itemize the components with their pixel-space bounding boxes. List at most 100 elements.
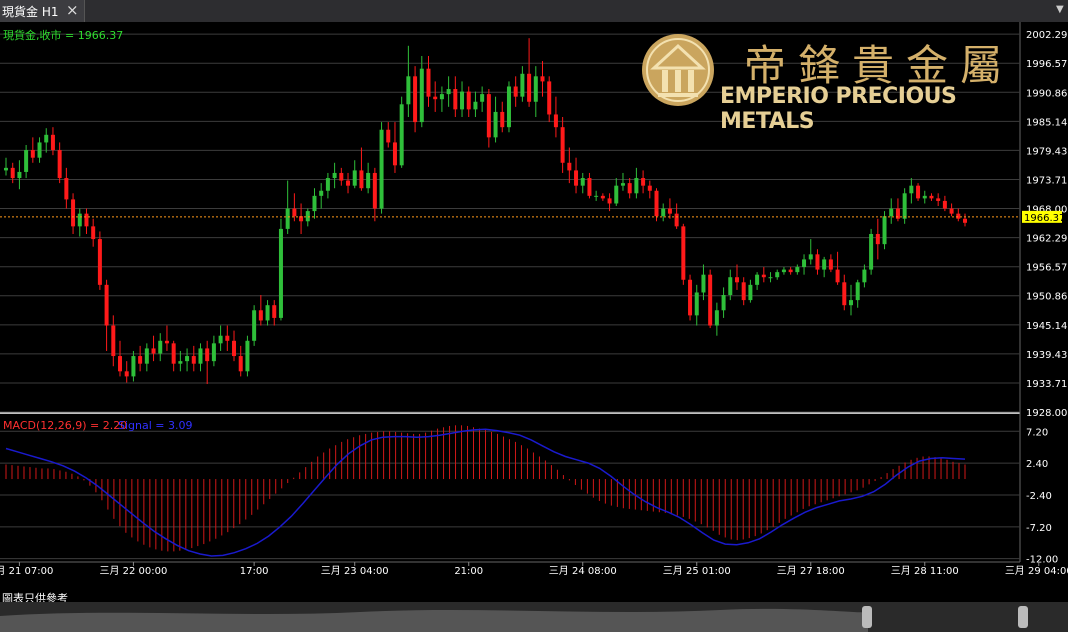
candle-body: [164, 340, 169, 344]
candle-body: [366, 172, 371, 189]
close-icon[interactable]: ×: [66, 1, 79, 19]
chart-scrollbar[interactable]: [0, 602, 1068, 632]
candle-body: [466, 91, 471, 110]
scrollbar-right-handle[interactable]: [1018, 606, 1028, 628]
candle-body: [681, 226, 686, 280]
candle-body: [795, 267, 800, 273]
candle-body: [527, 73, 532, 102]
candle-body: [419, 68, 424, 123]
candle-body: [889, 208, 894, 217]
candle-body: [158, 340, 163, 354]
candle-body: [426, 68, 431, 97]
candle-body: [252, 310, 257, 341]
candle-body: [278, 228, 283, 318]
candle-body: [171, 343, 176, 364]
candle-body: [10, 167, 15, 179]
x-tick-label: 三月 23 04:00: [321, 565, 389, 577]
candle-body: [929, 195, 934, 199]
candle-body: [607, 198, 612, 204]
candle-body: [30, 150, 35, 158]
tab-label: 現貨金 H1: [2, 5, 59, 19]
candle-body: [533, 76, 538, 102]
macd-y-tick-label: 7.20: [1026, 427, 1048, 438]
y-tick-label: 1933.71: [1026, 379, 1067, 390]
candle-body: [265, 305, 270, 321]
tab-spot-gold-h1[interactable]: 現貨金 H1 ×: [0, 0, 85, 22]
candle-body: [869, 233, 874, 270]
candle-body: [346, 180, 351, 186]
candle-body: [446, 89, 451, 95]
y-tick-label: 1939.43: [1026, 350, 1067, 361]
candle-body: [688, 279, 693, 316]
candle-body: [272, 305, 277, 318]
candle-body: [245, 340, 250, 372]
candle-body: [111, 325, 116, 357]
candle-body: [211, 343, 216, 362]
candle-body: [232, 340, 237, 357]
candle-body: [848, 300, 853, 306]
candle-body: [694, 292, 699, 316]
candle-body: [567, 162, 572, 171]
candle-body: [118, 356, 123, 372]
candle-body: [822, 259, 827, 270]
candle-body: [57, 150, 62, 179]
candle-body: [24, 150, 29, 172]
candle-body: [855, 282, 860, 301]
candle-body: [781, 269, 786, 273]
candle-body: [882, 216, 887, 245]
candle-body: [701, 274, 706, 293]
candle-body: [258, 310, 263, 321]
candle-body: [614, 185, 619, 204]
candle-body: [352, 170, 357, 186]
candle-body: [600, 195, 605, 199]
candle-body: [553, 114, 558, 128]
candle-body: [902, 193, 907, 219]
current-price-label: 1966.37: [1024, 213, 1065, 224]
candle-body: [909, 185, 914, 194]
brand-name-english: EMPERIO PRECIOUS METALS: [720, 84, 957, 134]
candle-body: [191, 356, 196, 364]
candle-body: [775, 272, 780, 278]
candle-body: [305, 211, 310, 222]
candle-body: [50, 134, 55, 151]
candle-body: [647, 185, 652, 191]
candle-body: [875, 233, 880, 245]
x-tick-label: 三月 27 18:00: [777, 565, 845, 577]
y-tick-label: 1979.43: [1026, 146, 1067, 157]
candle-body: [748, 284, 753, 301]
scrollbar-overview[interactable]: [0, 608, 868, 632]
x-tick-label: 三月 28 11:00: [891, 565, 959, 577]
y-tick-label: 1950.86: [1026, 292, 1067, 303]
candle-body: [942, 200, 947, 209]
candle-body: [4, 167, 8, 171]
y-tick-label: 2002.29: [1026, 30, 1067, 41]
candle-body: [359, 170, 364, 189]
candle-body: [406, 76, 411, 105]
y-tick-label: 1956.57: [1026, 263, 1067, 274]
chevron-down-icon[interactable]: ▼: [1056, 4, 1064, 15]
candle-body: [560, 127, 565, 163]
candle-body: [768, 277, 773, 279]
candle-body: [104, 284, 109, 326]
y-tick-label: 1928.00: [1026, 408, 1067, 419]
scrollbar-left-handle[interactable]: [862, 606, 872, 628]
main-series-label: 現貨金,收市 = 1966.37: [3, 28, 123, 42]
candle-body: [520, 73, 525, 97]
candle-body: [185, 356, 190, 362]
signal-label: Signal = 3.09: [118, 419, 193, 432]
candle-body: [547, 81, 552, 115]
y-tick-label: 1990.86: [1026, 88, 1067, 99]
candle-body: [580, 178, 585, 186]
candle-body: [131, 356, 136, 377]
x-tick-label: 三月 29 04:00: [1005, 565, 1068, 577]
candle-body: [513, 86, 518, 97]
candle-body: [205, 348, 210, 362]
x-tick-label: 21:00: [454, 566, 483, 577]
candle-body: [480, 94, 485, 102]
candle-body: [506, 86, 511, 128]
candle-body: [734, 277, 739, 283]
candle-body: [949, 208, 954, 214]
candle-body: [77, 213, 82, 227]
candle-body: [138, 356, 143, 364]
candle-body: [620, 183, 625, 186]
